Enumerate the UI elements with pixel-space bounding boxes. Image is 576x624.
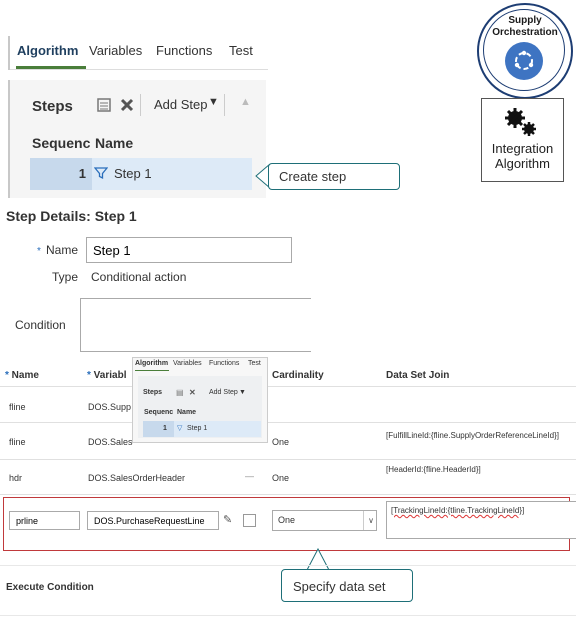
row-name: fline xyxy=(9,437,26,447)
row-variable: DOS.Sales xyxy=(88,437,133,447)
condition-label: Condition xyxy=(15,318,66,332)
grid-divider xyxy=(0,494,576,495)
specify-data-set-callout: Specify data set xyxy=(281,569,413,602)
row-name: hdr xyxy=(9,473,23,483)
mini-add-step-button[interactable]: Add Step xyxy=(209,389,238,396)
grid-divider xyxy=(0,459,576,460)
mini-step-row[interactable]: 1 ▽ Step 1 xyxy=(143,421,261,437)
mini-column-header-name: Name xyxy=(177,409,197,416)
toolbar-divider xyxy=(140,94,141,116)
mini-tab-functions[interactable]: Functions xyxy=(209,360,239,367)
mini-step-sequence-cell xyxy=(143,421,174,437)
mini-filter-icon: ▽ xyxy=(177,425,183,432)
steps-panel: Steps Add Step ▼ ▲ Sequenc Name 1 Step 1 xyxy=(8,80,266,198)
callout-text: Specify data set xyxy=(293,579,386,594)
column-header-cardinality: Cardinality xyxy=(272,370,324,381)
mini-list-view-icon[interactable]: ▤ xyxy=(176,388,184,397)
data-set-join-value: [TrackingLineId:{tline.TrackingLineId}] xyxy=(391,506,525,515)
chevron-down-icon[interactable]: ∨ xyxy=(363,511,378,530)
mini-tab-test[interactable]: Test xyxy=(248,360,261,367)
row-cardinality: One xyxy=(272,437,290,447)
cardinality-value: One xyxy=(278,515,296,525)
row-name: fline xyxy=(9,402,26,412)
column-header-sequence: Sequenc xyxy=(32,135,91,151)
grid-divider xyxy=(0,386,576,387)
step-name-value: Step 1 xyxy=(114,166,152,181)
column-header-name: Name xyxy=(95,135,134,151)
data-set-join-input[interactable]: [TrackingLineId:{tline.TrackingLineId}] xyxy=(386,501,576,539)
step-sequence-value: 1 xyxy=(78,166,86,181)
step-sequence-cell: 1 xyxy=(30,158,92,190)
cardinality-select[interactable]: One ∨ xyxy=(272,510,377,531)
row-dash: — xyxy=(245,471,254,481)
type-label: Type xyxy=(52,270,79,284)
tab-functions[interactable]: Functions xyxy=(156,43,212,58)
step-name-input[interactable] xyxy=(86,237,292,263)
tab-divider xyxy=(10,69,268,70)
badge-title: Supply Orchestration xyxy=(492,15,558,38)
mini-steps-panel: Algorithm Variables Functions Test Steps… xyxy=(132,357,268,443)
grid-divider xyxy=(0,422,576,423)
row-variable: DOS.Supp xyxy=(88,402,132,412)
mini-step-sequence-value: 1 xyxy=(163,425,167,432)
required-marker: * xyxy=(37,246,41,257)
step-details-title: Step Details: Step 1 xyxy=(6,208,137,224)
add-step-button[interactable]: Add Step xyxy=(154,97,208,112)
row-checkbox[interactable] xyxy=(243,514,256,527)
create-step-callout: Create step xyxy=(268,163,400,190)
filter-icon xyxy=(93,166,109,185)
row-data-set-join: [HeaderId:{fline.HeaderId}] xyxy=(386,465,481,474)
condition-textarea[interactable] xyxy=(80,298,311,352)
type-value: Conditional action xyxy=(91,270,187,284)
list-view-icon[interactable] xyxy=(96,97,112,118)
mini-delete-icon[interactable]: ✕ xyxy=(189,388,196,397)
row-variable-input[interactable] xyxy=(87,511,219,530)
row-variable: DOS.SalesOrderHeader xyxy=(88,473,186,483)
callout-text: Create step xyxy=(279,169,347,184)
row-data-set-join: [FulfillLineId:{fline.SupplyOrderReferen… xyxy=(386,431,559,440)
tab-algorithm[interactable]: Algorithm xyxy=(17,43,78,58)
callout-pointer xyxy=(306,548,330,571)
gears-icon xyxy=(502,105,538,144)
edit-icon[interactable]: ✎ xyxy=(223,513,232,526)
section-divider xyxy=(0,615,576,616)
move-up-icon[interactable]: ▲ xyxy=(240,96,251,108)
orchestration-icon xyxy=(505,42,543,80)
mini-chevron-down-icon[interactable]: ▼ xyxy=(239,389,246,396)
column-header-variable: * Variabl xyxy=(87,370,127,381)
toolbar-divider xyxy=(224,94,225,116)
tab-variables[interactable]: Variables xyxy=(89,43,142,58)
delete-icon[interactable] xyxy=(119,97,135,118)
chevron-down-icon[interactable]: ▼ xyxy=(208,96,219,108)
mini-column-header-sequence: Sequenc xyxy=(144,409,174,416)
mini-step-name-value: Step 1 xyxy=(187,425,208,432)
top-tab-bar: Algorithm Variables Functions Test xyxy=(8,36,268,70)
row-name-input[interactable] xyxy=(9,511,80,530)
row-cardinality: One xyxy=(272,473,290,483)
column-header-data-set-join: Data Set Join xyxy=(386,370,450,381)
integration-algorithm-label: Integration Algorithm xyxy=(491,141,554,171)
section-divider xyxy=(0,565,576,566)
mini-tab-algorithm[interactable]: Algorithm xyxy=(135,360,168,367)
mini-tab-variables[interactable]: Variables xyxy=(173,360,202,367)
step-row[interactable]: 1 Step 1 xyxy=(30,158,252,190)
integration-algorithm-badge: Integration Algorithm xyxy=(481,98,564,182)
mini-steps-title: Steps xyxy=(143,389,163,396)
steps-title: Steps xyxy=(32,98,73,115)
mini-active-tab-indicator xyxy=(135,370,169,371)
tab-test[interactable]: Test xyxy=(229,43,253,58)
supply-orchestration-badge: Supply Orchestration xyxy=(477,3,573,99)
execute-condition-label: Execute Condition xyxy=(6,582,94,593)
column-header-name: * Name xyxy=(5,370,39,381)
name-label: Name xyxy=(46,243,79,257)
